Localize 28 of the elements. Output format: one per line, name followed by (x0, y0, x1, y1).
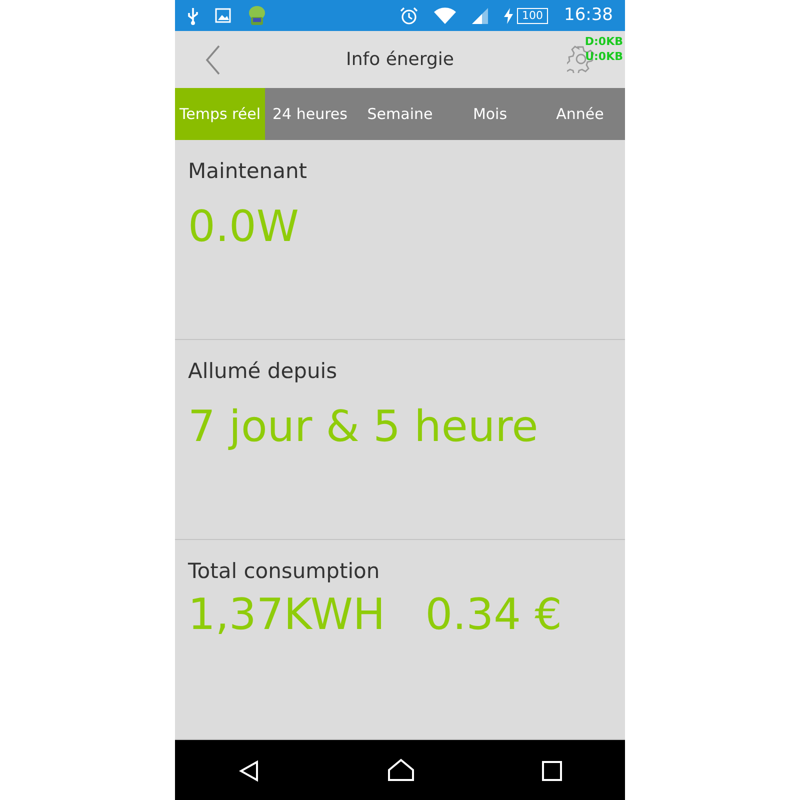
usb-icon (187, 6, 199, 24)
wifi-icon (434, 7, 456, 24)
reading-value: 0.34 € (425, 590, 562, 642)
section-label: Maintenant (188, 158, 308, 185)
section-label: Allumé depuis (188, 358, 338, 385)
traffic-reading: D:0KB (584, 34, 623, 49)
tab[interactable]: Année (535, 88, 625, 140)
back-button[interactable] (205, 45, 221, 75)
recents-nav-button[interactable] (542, 758, 562, 782)
home-nav-button[interactable] (386, 758, 415, 782)
image-icon (215, 8, 231, 23)
tab[interactable]: 24 heures (265, 88, 355, 140)
alarm-icon (400, 6, 418, 24)
reading-value: 0.0W (188, 202, 299, 254)
back-nav-button[interactable] (238, 758, 260, 782)
section-label: Total consumption (188, 558, 381, 585)
screen-title: Info énergie (346, 48, 454, 72)
reading-value: 1,37KWH (188, 590, 386, 642)
traffic-reading: U:0KB (584, 49, 623, 64)
robot-icon (247, 4, 267, 26)
tab[interactable]: Mois (445, 88, 535, 140)
reading-value: 7 jour & 5 heure (188, 402, 538, 454)
charging-icon (504, 8, 513, 24)
tab[interactable]: Semaine (355, 88, 445, 140)
battery-level: 100 (517, 8, 548, 24)
clock-time: 16:38 (564, 4, 613, 27)
signal-icon (472, 8, 488, 24)
tab[interactable]: Temps réel (175, 88, 265, 140)
